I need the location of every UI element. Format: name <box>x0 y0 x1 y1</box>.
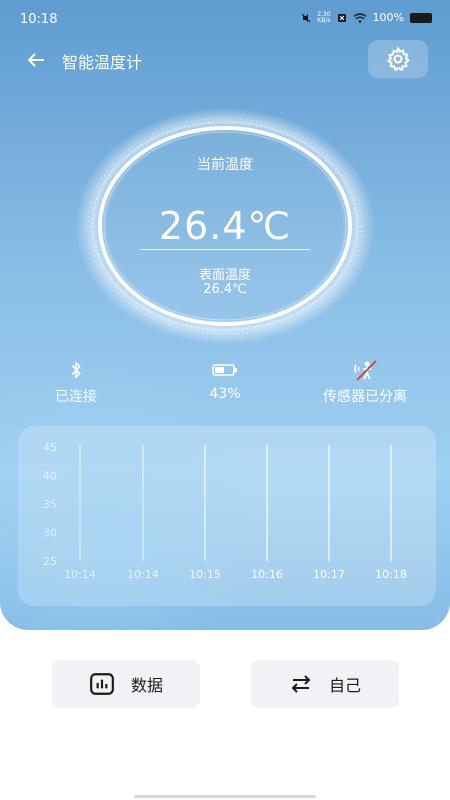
data-button[interactable]: 数据 <box>52 660 200 708</box>
current-temp-value: 26.4℃ <box>158 204 292 248</box>
swap-arrows-icon <box>291 675 311 693</box>
y-tick-label: 40 <box>43 470 57 483</box>
back-button[interactable] <box>24 48 48 72</box>
bluetooth-icon <box>71 361 81 379</box>
bar-chart-icon <box>90 673 114 695</box>
home-indicator <box>134 795 316 798</box>
battery-percent-status: 100% <box>372 11 404 24</box>
surface-temp-label: 表面温度 <box>198 268 251 283</box>
bluetooth-status: 已连接 <box>6 360 146 406</box>
no-sim-icon <box>337 13 346 22</box>
x-tick-label: 10:16 <box>251 568 283 581</box>
net-speed-unit: KB/s <box>317 16 331 24</box>
status-icons: 2.30 KB/s 100% <box>301 11 432 24</box>
data-button-label: 数据 <box>130 676 163 695</box>
arrow-left-icon <box>27 53 44 67</box>
device-status-row: 已连接 43% 传感器已分离 <box>0 360 450 410</box>
temperature-gauge: 当前温度 26.4℃ 表面温度 26.4℃ <box>75 108 375 348</box>
battery-icon <box>212 364 237 376</box>
gauge-divider <box>140 249 310 250</box>
surface-temp-value: 26.4℃ <box>203 282 247 297</box>
settings-button[interactable] <box>368 40 428 78</box>
hero-panel: 10:18 2.30 KB/s 100% 智能温度计 当前温度 26.4℃ 表面… <box>0 0 450 630</box>
y-tick-label: 30 <box>43 527 57 540</box>
x-tick-label: 10:15 <box>189 568 221 581</box>
self-button[interactable]: 自己 <box>251 660 399 708</box>
gear-icon <box>386 46 410 72</box>
wifi-icon <box>353 12 366 23</box>
sensor-status-text: 传感器已分离 <box>323 389 407 405</box>
status-time: 10:18 <box>20 12 58 27</box>
self-button-label: 自己 <box>328 676 361 695</box>
status-bar: 10:18 2.30 KB/s 100% <box>0 0 450 40</box>
battery-status-icon <box>410 12 432 23</box>
sensor-detached-icon <box>354 360 377 381</box>
x-tick-label: 10:18 <box>375 568 407 581</box>
x-tick-label: 10:14 <box>127 568 159 581</box>
chart-canvas: 45 40 35 30 25 10:14 10:14 10:15 10:16 10:17 10:18 <box>43 441 407 581</box>
page-title: 智能温度计 <box>62 53 143 72</box>
mute-icon <box>301 13 311 22</box>
x-tick-label: 10:14 <box>64 568 96 581</box>
battery-status: 43% <box>155 360 295 402</box>
temperature-chart: 45 40 35 30 25 10:14 10:14 10:15 10:16 10:17 10:18 <box>18 426 436 606</box>
bluetooth-status-text: 已连接 <box>55 389 97 405</box>
current-temp-label: 当前温度 <box>197 157 253 173</box>
title-bar: 智能温度计 <box>0 40 450 80</box>
sensor-status: 传感器已分离 <box>295 360 435 406</box>
y-tick-label: 25 <box>43 555 57 568</box>
battery-percent-text: 43% <box>209 386 241 402</box>
x-tick-label: 10:17 <box>313 568 345 581</box>
y-tick-label: 35 <box>43 498 57 511</box>
y-tick-label: 45 <box>43 441 57 454</box>
net-speed: 2.30 KB/s <box>317 11 331 24</box>
